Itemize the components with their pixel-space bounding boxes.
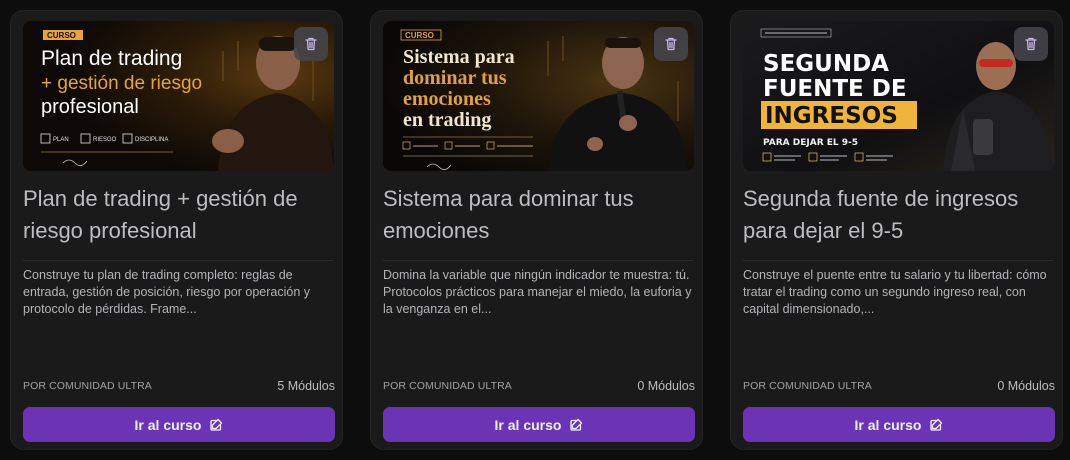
banner-heading-4: en trading	[403, 109, 491, 131]
course-grid: CURSO Plan de trading + gestión de riesg…	[0, 0, 1070, 460]
divider	[743, 260, 1053, 261]
banner-heading-2: dominar tus	[403, 67, 507, 89]
course-title: Plan de trading + gestión de riesgo prof…	[23, 186, 298, 243]
external-link-icon	[209, 418, 223, 432]
course-card[interactable]: CURSO Sistema para dominar tus emociones…	[370, 10, 703, 450]
delete-button[interactable]	[1014, 27, 1048, 61]
banner-tag: PLAN	[53, 137, 69, 143]
banner-subheading: PARA DEJAR EL 9-5	[763, 138, 858, 148]
course-meta: POR COMUNIDAD ULTRA 0 Módulos	[743, 379, 1055, 393]
course-description: Construye el puente entre tu salario y t…	[743, 268, 1047, 316]
banner-art: CURSO Plan de trading + gestión de riesg…	[23, 21, 334, 171]
course-meta: POR COMUNIDAD ULTRA 5 Módulos	[23, 379, 335, 393]
go-to-course-button[interactable]: Ir al curso	[383, 407, 695, 442]
course-meta: POR COMUNIDAD ULTRA 0 Módulos	[383, 379, 695, 393]
trash-icon	[305, 37, 317, 51]
course-card[interactable]: CURSO Plan de trading + gestión de riesg…	[10, 10, 343, 450]
go-to-course-button[interactable]: Ir al curso	[743, 407, 1055, 442]
banner-tag: DISCIPLINA	[135, 137, 168, 143]
module-count: 5 Módulos	[277, 379, 335, 393]
banner-heading-1: SEGUNDA	[763, 51, 889, 77]
go-to-course-label: Ir al curso	[494, 416, 562, 433]
banner-art: CURSO Sistema para dominar tus emociones…	[383, 21, 694, 171]
trash-icon	[1025, 37, 1037, 51]
banner-heading-3: profesional	[41, 96, 139, 118]
module-count: 0 Módulos	[637, 379, 695, 393]
course-title: Segunda fuente de ingresos para dejar el…	[743, 186, 1019, 243]
banner-tag: RIESGO	[93, 137, 117, 143]
divider	[23, 260, 333, 261]
course-author: POR COMUNIDAD ULTRA	[743, 380, 872, 392]
divider	[383, 260, 693, 261]
delete-button[interactable]	[294, 27, 328, 61]
banner-heading-2: + gestión de riesgo	[41, 73, 202, 94]
go-to-course-label: Ir al curso	[134, 416, 202, 433]
course-banner[interactable]: CURSO Sistema para dominar tus emociones…	[383, 21, 694, 171]
banner-heading-1: Plan de trading	[41, 47, 182, 70]
course-card[interactable]: SEGUNDA FUENTE DE INGRESOS PARA DEJAR EL…	[730, 10, 1063, 450]
delete-button[interactable]	[654, 27, 688, 61]
external-link-icon	[569, 418, 583, 432]
module-count: 0 Módulos	[997, 379, 1055, 393]
banner-badge: CURSO	[405, 31, 434, 40]
course-banner[interactable]: SEGUNDA FUENTE DE INGRESOS PARA DEJAR EL…	[743, 21, 1054, 171]
banner-heading-3: emociones	[403, 88, 491, 110]
banner-heading-2: FUENTE DE	[763, 76, 907, 102]
course-author: POR COMUNIDAD ULTRA	[383, 380, 512, 392]
go-to-course-button[interactable]: Ir al curso	[23, 407, 335, 442]
banner-badge: CURSO	[47, 31, 76, 40]
external-link-icon	[929, 418, 943, 432]
banner-art: SEGUNDA FUENTE DE INGRESOS PARA DEJAR EL…	[743, 21, 1054, 171]
course-author: POR COMUNIDAD ULTRA	[23, 380, 152, 392]
course-description: Construye tu plan de trading completo: r…	[23, 268, 310, 316]
trash-icon	[665, 37, 677, 51]
go-to-course-label: Ir al curso	[854, 416, 922, 433]
course-banner[interactable]: CURSO Plan de trading + gestión de riesg…	[23, 21, 334, 171]
course-title: Sistema para dominar tus emociones	[383, 186, 634, 243]
course-description: Domina la variable que ningún indicador …	[383, 268, 692, 316]
banner-heading-3: INGRESOS	[765, 103, 898, 129]
banner-heading-1: Sistema para	[403, 46, 515, 68]
